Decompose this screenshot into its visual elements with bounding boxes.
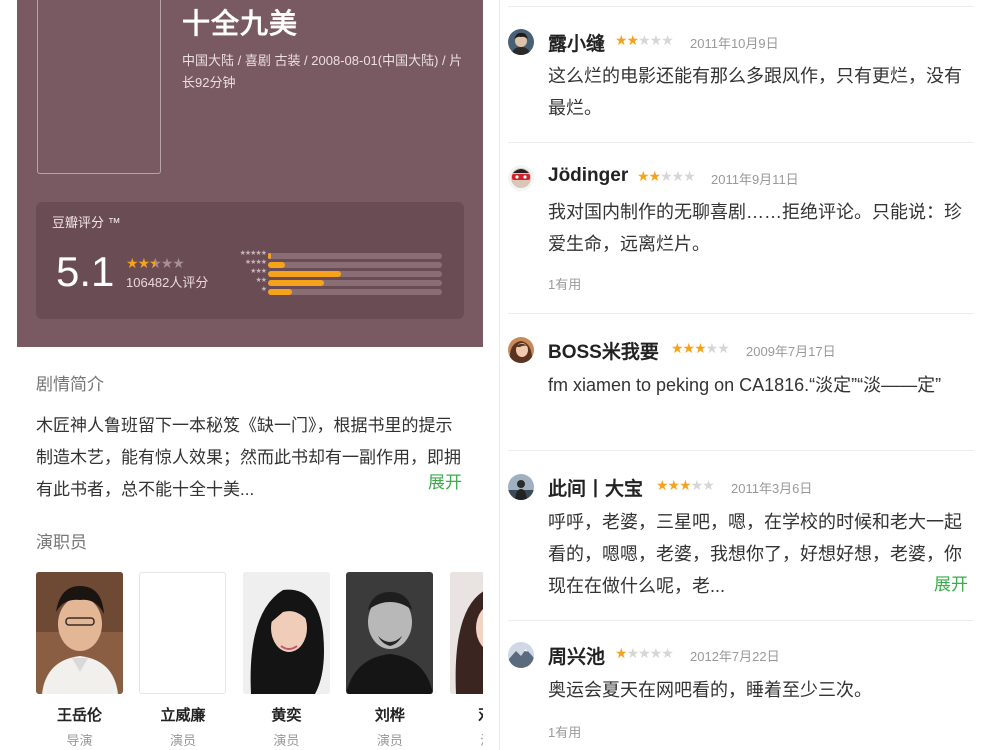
review-username[interactable]: 露小缝 xyxy=(548,29,605,56)
user-avatar[interactable] xyxy=(508,165,534,191)
review-date: 2011年10月9日 xyxy=(690,36,779,51)
review-text: fm xiamen to peking on CA1816.“淡定”“淡——定” xyxy=(548,375,942,395)
review-username[interactable]: Jödinger xyxy=(548,165,628,187)
cast-name: 刘桦 xyxy=(374,707,405,724)
rating-stars: ★★★★★★ xyxy=(126,255,185,271)
review-username[interactable]: 此间丨大宝 xyxy=(548,474,643,501)
cast-card[interactable]: 王岳伦 导演 xyxy=(36,572,123,749)
cast-card[interactable]: 邓家 演员 xyxy=(449,572,483,749)
review-username[interactable]: 周兴池 xyxy=(548,642,605,669)
review-stars: ★★★★★ xyxy=(615,645,674,661)
dist-stars-label: ★ xyxy=(260,286,267,293)
cast-card[interactable]: 黄奕 演员 xyxy=(242,572,330,749)
review-text: 这么烂的电影还能有那么多跟风作，只有更烂，没有最烂。 xyxy=(548,66,962,118)
dist-bar xyxy=(268,271,342,277)
review-stars: ★★★★★ xyxy=(671,340,730,356)
cast-name: 立威廉 xyxy=(160,707,206,724)
cast-name: 黄奕 xyxy=(271,707,302,724)
review-useful-count[interactable]: 1有用 xyxy=(548,274,581,293)
review-username[interactable]: BOSS米我要 xyxy=(548,337,659,364)
review-stars: ★★★★★ xyxy=(656,477,715,493)
cast-photo xyxy=(346,572,434,694)
dist-bar xyxy=(268,262,286,268)
review-date: 2011年9月11日 xyxy=(711,172,799,187)
user-avatar[interactable] xyxy=(508,29,534,55)
movie-detail-panel: 十全九美 中国大陆 / 喜剧 古装 / 2008-08-01(中国大陆) / 片… xyxy=(0,0,500,750)
review-separator xyxy=(508,142,974,143)
cast-name: 邓家 xyxy=(450,704,483,725)
movie-title: 十全九美 xyxy=(182,8,299,39)
cast-role: 导演 xyxy=(66,733,93,748)
cast-list[interactable]: 王岳伦 导演 立威廉 演员 黄奕 演员 刘桦 演员 xyxy=(36,572,483,750)
review-text: 我对国内制作的无聊喜剧……拒绝评论。只能说：珍爱生命，远离烂片。 xyxy=(548,202,962,254)
review-useful-count[interactable]: 1有用 xyxy=(548,722,581,741)
review-stars: ★★★★★ xyxy=(615,32,674,48)
review-separator xyxy=(508,313,974,314)
movie-poster[interactable] xyxy=(37,0,161,174)
user-avatar[interactable] xyxy=(508,474,534,500)
review-date: 2009年7月17日 xyxy=(746,344,836,359)
reviews-panel: 露小缝 ★★★★★ 2011年10月9日 这么烂的电影还能有那么多跟风作，只有更… xyxy=(500,0,1000,750)
synopsis-expand-link[interactable]: 展开 xyxy=(428,468,462,493)
cast-title: 演职员 xyxy=(36,533,87,552)
review-date: 2012年7月22日 xyxy=(690,649,780,664)
rating-label: 豆瓣评分 ™ xyxy=(52,215,121,230)
review-date: 2011年3月6日 xyxy=(731,481,813,496)
rating-box: 豆瓣评分 ™ 5.1 ★★★★★★ 106482人评分 ★★★★★ ★★★★ ★… xyxy=(36,202,464,319)
rating-dist-row: ★★ xyxy=(226,277,446,287)
review-expand-link[interactable]: 展开 xyxy=(934,570,968,595)
review-separator xyxy=(508,450,974,451)
synopsis-text: 木匠神人鲁班留下一本秘笈《缺一门》，根据书里的提示制造木艺，能有惊人效果；然而此… xyxy=(36,416,461,499)
cast-card[interactable]: 刘桦 演员 xyxy=(346,572,434,749)
cast-role: 演员 xyxy=(450,730,483,749)
cast-role: 演员 xyxy=(169,733,196,748)
review-text: 奥运会夏天在网吧看的，睡着至少三次。 xyxy=(548,680,872,700)
review-separator xyxy=(508,620,974,621)
dist-bar xyxy=(268,289,293,295)
rating-dist-row: ★ xyxy=(226,286,446,296)
cast-photo xyxy=(242,572,330,694)
dist-bar xyxy=(268,280,324,286)
dist-bar xyxy=(268,253,272,259)
user-avatar[interactable] xyxy=(508,337,534,363)
cast-photo xyxy=(449,572,483,694)
cast-role: 演员 xyxy=(376,733,403,748)
rating-distribution: ★★★★★ ★★★★ ★★★ ★★ ★ xyxy=(226,250,446,297)
rating-count: 106482人评分 xyxy=(126,275,209,290)
review-separator xyxy=(508,6,974,7)
cast-name: 王岳伦 xyxy=(56,707,102,724)
review-text: 呼呼，老婆，三星吧，嗯，在学校的时候和老大一起看的，嗯嗯，老婆，我想你了，好想好… xyxy=(548,512,962,596)
synopsis-title: 剧情简介 xyxy=(36,375,104,394)
cast-card[interactable]: 立威廉 演员 xyxy=(139,572,227,749)
user-avatar[interactable] xyxy=(508,642,534,668)
movie-header: 十全九美 中国大陆 / 喜剧 古装 / 2008-08-01(中国大陆) / 片… xyxy=(17,0,483,347)
cast-photo xyxy=(36,572,123,694)
cast-photo-placeholder xyxy=(139,572,227,694)
review-stars: ★★★★★ xyxy=(637,168,696,184)
rating-score: 5.1 xyxy=(56,248,115,295)
cast-role: 演员 xyxy=(273,733,300,748)
movie-meta: 中国大陆 / 喜剧 古装 / 2008-08-01(中国大陆) / 片长92分钟 xyxy=(182,53,463,90)
